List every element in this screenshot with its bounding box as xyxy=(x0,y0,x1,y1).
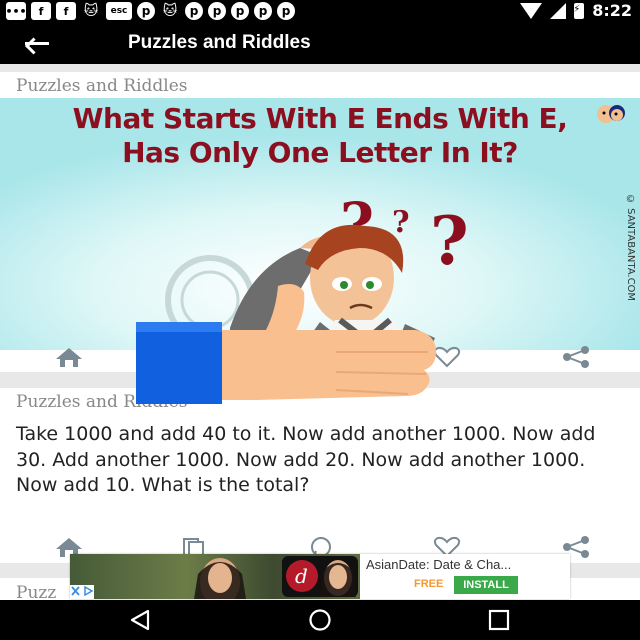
pinterest-icon: p xyxy=(185,2,203,20)
recents-square-icon[interactable] xyxy=(484,609,514,631)
cat-icon: 🐱 xyxy=(162,3,178,19)
clock: 8:22 xyxy=(592,1,632,20)
pinterest-icon: p xyxy=(254,2,272,20)
ad-app-icon: d xyxy=(282,556,358,597)
svg-text:d: d xyxy=(295,564,308,588)
ad-free-label: FREE xyxy=(414,578,444,590)
wifi-icon xyxy=(520,2,543,19)
mascot-logo-icon xyxy=(597,105,625,123)
esc-icon: esc xyxy=(106,2,132,20)
status-bar: ••• f f 🐱 esc p 🐱 p p p p p 8:22 xyxy=(0,0,640,22)
pinterest-icon: p xyxy=(208,2,226,20)
ad-banner[interactable]: d AsianDate: Date & Cha... FREE INSTALL xyxy=(70,554,570,599)
back-arrow-icon[interactable] xyxy=(22,30,50,56)
phone-screen: { "status_bar": { "time": "8:22", "notif… xyxy=(0,0,640,640)
navigation-bar xyxy=(0,600,640,640)
post-card: Puzzles and Riddles Take 1000 and add 40… xyxy=(0,388,640,563)
pinterest-icon: p xyxy=(137,2,155,20)
home-circle-icon[interactable] xyxy=(305,609,335,631)
notification-icons: ••• f f 🐱 esc p 🐱 p p p p p xyxy=(5,2,295,20)
adchoices-icon[interactable] xyxy=(83,585,94,597)
riddle-heading-line2: Has Only One Letter In It? xyxy=(122,136,518,169)
svg-text:?: ? xyxy=(430,202,469,280)
ad-install-button[interactable]: INSTALL xyxy=(454,576,518,594)
post-category: Puzzles and Riddles xyxy=(16,76,188,96)
pinterest-icon: p xyxy=(277,2,295,20)
thumbs-up-icon[interactable] xyxy=(136,282,446,404)
battery-charging-icon xyxy=(573,2,585,19)
back-triangle-icon[interactable] xyxy=(126,609,156,631)
pinterest-icon: p xyxy=(231,2,249,20)
svg-text:?: ? xyxy=(392,205,410,240)
page-title: Puzzles and Riddles xyxy=(128,32,311,53)
share-icon[interactable] xyxy=(559,342,593,372)
signal-icon xyxy=(550,2,567,19)
close-icon[interactable] xyxy=(70,585,81,597)
app-bar: Puzzles and Riddles xyxy=(0,22,640,64)
riddle-text[interactable]: Take 1000 and add 40 to it. Now add anot… xyxy=(16,422,616,499)
facebook-icon: f xyxy=(56,2,76,20)
riddle-heading-line1: What Starts With E Ends With E, xyxy=(72,102,568,135)
home-icon[interactable] xyxy=(52,342,86,372)
cat-icon: 🐱 xyxy=(83,3,99,19)
system-indicators: 8:22 xyxy=(520,1,632,20)
riddle-image-heading: What Starts With E Ends With E, Has Only… xyxy=(0,102,640,170)
ad-choices[interactable] xyxy=(70,585,94,599)
image-credit: © SANTABANTA.COM xyxy=(625,194,636,302)
facebook-icon: f xyxy=(31,2,51,20)
messages-icon: ••• xyxy=(5,2,27,20)
ad-title: AsianDate: Date & Cha... xyxy=(366,557,512,572)
